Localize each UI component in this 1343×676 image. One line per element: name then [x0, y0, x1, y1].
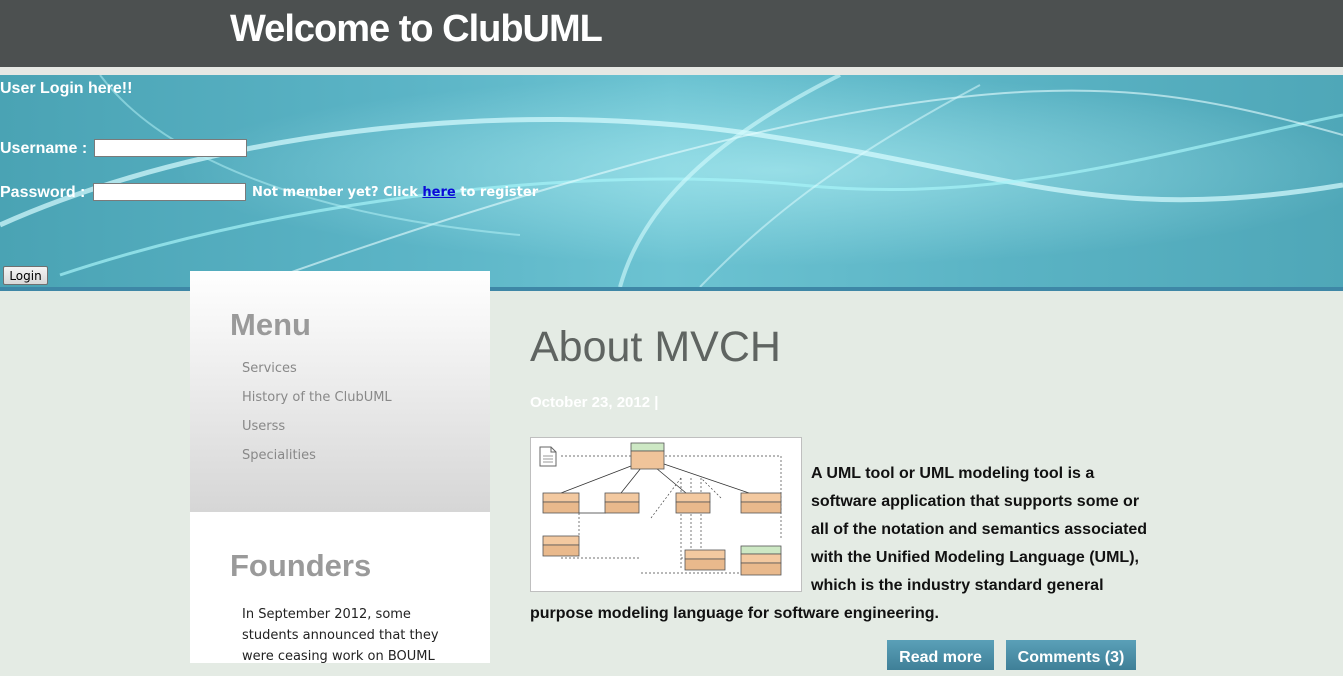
login-button[interactable]: Login: [3, 266, 48, 285]
post-body: A UML tool or UML modeling tool is a sof…: [530, 460, 1150, 628]
image-spacer: [530, 460, 811, 590]
site-header: Welcome to ClubUML: [0, 0, 1343, 67]
register-note: Not member yet? Click here to register: [252, 185, 538, 200]
sidebar: Menu Services History of the ClubUML Use…: [190, 271, 490, 664]
menu-panel: Menu Services History of the ClubUML Use…: [190, 271, 490, 512]
founders-title: Founders: [230, 548, 372, 583]
menu-item-users[interactable]: Userss: [242, 419, 392, 448]
register-link[interactable]: here: [422, 185, 455, 200]
username-label: Username :: [0, 140, 88, 157]
password-input[interactable]: [93, 183, 246, 201]
register-prefix: Not member yet? Click: [252, 185, 423, 200]
post-date: October 23, 2012 |: [530, 394, 659, 411]
menu-list: Services History of the ClubUML Userss S…: [242, 361, 392, 477]
header-divider: [0, 67, 1343, 75]
comments-button[interactable]: Comments (3): [1006, 640, 1136, 670]
register-suffix: to register: [455, 185, 539, 200]
post-title: About MVCH: [530, 323, 781, 371]
founders-text: In September 2012, some students announc…: [242, 607, 439, 664]
menu-item-services[interactable]: Services: [242, 361, 392, 390]
login-heading: User Login here!!: [0, 80, 133, 97]
read-more-button[interactable]: Read more: [887, 640, 994, 670]
menu-item-history[interactable]: History of the ClubUML: [242, 390, 392, 419]
menu-title: Menu: [230, 307, 311, 342]
menu-item-specialities[interactable]: Specialities: [242, 448, 392, 477]
password-label: Password :: [0, 184, 86, 201]
login-banner: [0, 75, 1343, 287]
username-input[interactable]: [94, 139, 247, 157]
site-title: Welcome to ClubUML: [230, 8, 603, 50]
banner-swirl-graphic: [0, 75, 1343, 287]
